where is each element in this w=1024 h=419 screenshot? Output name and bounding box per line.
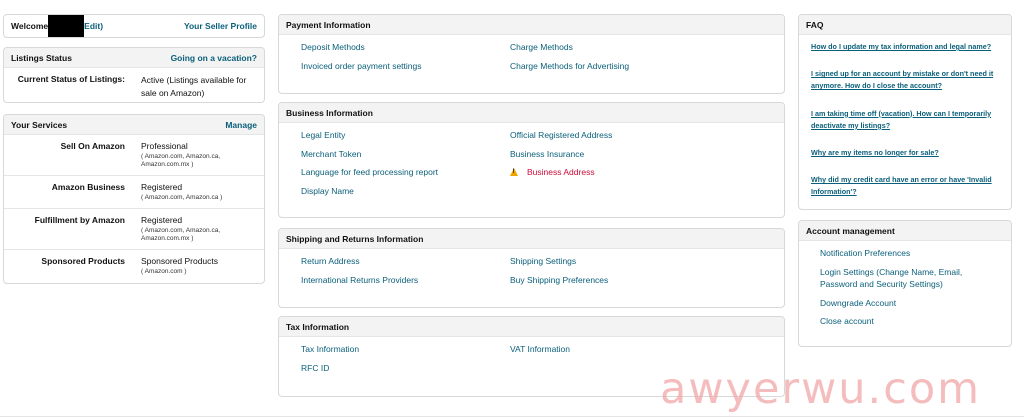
payment-title: Payment Information [286,19,371,30]
welcome-label: Welcome [11,21,49,31]
rfc-id-link[interactable]: RFC ID [301,363,329,373]
service-value: Registered ( Amazon.com, Amazon.ca ) [141,182,257,208]
redacted-name [48,15,85,37]
account-links: Notification Preferences Login Settings … [799,241,1011,328]
service-label: Sell On Amazon [60,141,125,151]
service-label: Fulfillment by Amazon [34,215,125,225]
shipping-returns-panel: Shipping and Returns Information Return … [278,228,785,308]
listing-status-row: Current Status of Listings: Active (List… [4,68,264,99]
payment-header: Payment Information [279,15,784,35]
your-services-panel: Your Services Manage Sell On Amazon Prof… [3,114,265,284]
business-title: Business Information [286,107,373,118]
listing-status-label: Current Status of Listings: [17,74,125,84]
watermark: awyerwu.com [660,364,982,414]
service-marketplaces: ( Amazon.com ) [141,267,187,275]
seller-profile-link[interactable]: Your Seller Profile [184,21,257,31]
faq-item[interactable]: I signed up for an account by mistake or… [811,68,999,92]
faq-header: FAQ [799,15,1011,35]
service-label: Sponsored Products [41,256,125,266]
divider [0,416,1024,417]
payment-information-panel: Payment Information Deposit Methods Char… [278,14,785,94]
faq-panel: FAQ How do I update my tax information a… [798,14,1012,210]
service-value-text: Professional [141,141,188,151]
faq-item[interactable]: Why are my items no longer for sale? [811,147,999,159]
faq-item[interactable]: Why did my credit card have an error or … [811,174,999,198]
account-title: Account management [806,225,895,236]
shipping-title: Shipping and Returns Information [286,233,424,244]
manage-services-link[interactable]: Manage [225,120,257,130]
tax-header: Tax Information [279,317,784,337]
service-marketplaces: ( Amazon.com, Amazon.ca ) [141,193,223,201]
listings-status-panel: Listings Status Going on a vacation? Cur… [3,47,265,103]
faq-title: FAQ [806,19,824,30]
business-links: Legal Entity Official Registered Address… [279,123,784,200]
payment-links: Deposit Methods Charge Methods Invoiced … [279,35,784,75]
listings-status-title: Listings Status [11,52,72,63]
faq-item[interactable]: I am taking time off (vacation). How can… [811,108,999,132]
deposit-methods-link[interactable]: Deposit Methods [301,42,365,52]
shipping-settings-link[interactable]: Shipping Settings [510,256,576,266]
business-insurance-link[interactable]: Business Insurance [510,149,584,159]
account-header: Account management [799,221,1011,241]
service-marketplaces: ( Amazon.com, Amazon.ca, Amazon.com.mx ) [141,152,221,168]
merchant-token-link[interactable]: Merchant Token [301,149,361,159]
service-row: Amazon Business Registered ( Amazon.com,… [4,176,264,209]
vat-information-link[interactable]: VAT Information [510,344,570,354]
service-row: Sponsored Products Sponsored Products ( … [4,250,264,283]
service-row: Fulfillment by Amazon Registered ( Amazo… [4,209,264,250]
vacation-link[interactable]: Going on a vacation? [171,53,257,63]
return-address-link[interactable]: Return Address [301,256,360,266]
welcome-bar: Welcome Edit) Your Seller Profile [3,14,265,38]
business-header: Business Information [279,103,784,123]
buy-shipping-preferences-link[interactable]: Buy Shipping Preferences [510,275,608,285]
notification-preferences-link[interactable]: Notification Preferences [820,247,999,260]
service-value-text: Registered [141,215,183,225]
services-header: Your Services Manage [4,115,264,135]
account-management-panel: Account management Notification Preferen… [798,220,1012,347]
service-marketplaces: ( Amazon.com, Amazon.ca, Amazon.com.mx ) [141,226,221,242]
listing-status-value: Active (Listings available for sale on A… [141,75,247,98]
faq-item[interactable]: How do I update my tax information and l… [811,41,999,53]
faq-list: How do I update my tax information and l… [799,35,1011,199]
service-value: Professional ( Amazon.com, Amazon.ca, Am… [141,141,257,175]
welcome-greeting: Welcome Edit) [11,15,103,37]
charge-methods-advertising-link[interactable]: Charge Methods for Advertising [510,61,629,71]
warning-icon [510,168,518,177]
services-title: Your Services [11,119,68,130]
service-value: Registered ( Amazon.com, Amazon.ca, Amaz… [141,215,257,249]
edit-profile-link[interactable]: Edit) [84,21,103,31]
invoiced-order-payment-link[interactable]: Invoiced order payment settings [301,61,421,71]
service-label: Amazon Business [51,182,125,192]
shipping-header: Shipping and Returns Information [279,229,784,249]
display-name-link[interactable]: Display Name [301,186,354,196]
business-information-panel: Business Information Legal Entity Offici… [278,102,785,218]
business-address-link[interactable]: Business Address [527,167,595,177]
service-value: Sponsored Products ( Amazon.com ) [141,256,257,283]
legal-entity-link[interactable]: Legal Entity [301,130,345,140]
service-value-text: Sponsored Products [141,256,219,266]
listings-status-header: Listings Status Going on a vacation? [4,48,264,68]
service-row: Sell On Amazon Professional ( Amazon.com… [4,135,264,176]
charge-methods-link[interactable]: Charge Methods [510,42,573,52]
service-value-text: Registered [141,182,183,192]
downgrade-account-link[interactable]: Downgrade Account [820,297,999,310]
login-settings-link[interactable]: Login Settings (Change Name, Email, Pass… [820,266,999,291]
international-returns-link[interactable]: International Returns Providers [301,275,418,285]
shipping-links: Return Address Shipping Settings Interna… [279,249,784,289]
official-registered-address-link[interactable]: Official Registered Address [510,130,612,140]
close-account-link[interactable]: Close account [820,315,999,328]
tax-information-link[interactable]: Tax Information [301,344,359,354]
tax-title: Tax Information [286,321,350,332]
feed-language-link[interactable]: Language for feed processing report [301,167,438,177]
